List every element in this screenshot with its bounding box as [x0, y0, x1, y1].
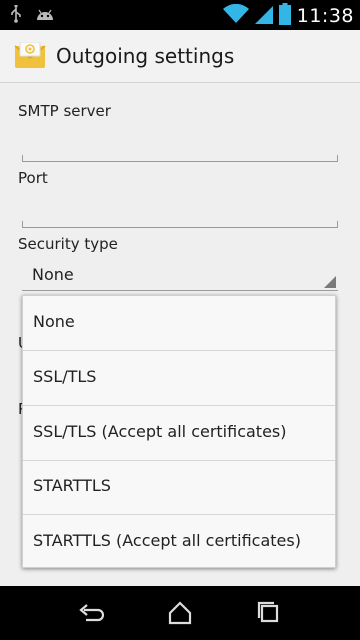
- home-icon[interactable]: [167, 600, 193, 626]
- option-label: None: [33, 312, 75, 331]
- status-time: 11:38: [296, 5, 354, 27]
- option-label: SSL/TLS (Accept all certificates): [33, 422, 287, 441]
- action-bar: Outgoing settings: [0, 30, 360, 83]
- status-bar: 11:38: [0, 0, 360, 30]
- page-title: Outgoing settings: [56, 44, 235, 68]
- dropdown-option-ssl-tls[interactable]: SSL/TLS: [23, 351, 335, 406]
- spinner-underline: [22, 290, 338, 291]
- usb-icon: [10, 5, 22, 27]
- wifi-icon: [222, 3, 249, 28]
- smtp-server-field[interactable]: [22, 155, 338, 162]
- option-label: SSL/TLS: [33, 367, 97, 386]
- dropdown-option-starttls-accept-all[interactable]: STARTTLS (Accept all certificates): [23, 515, 335, 570]
- navigation-bar: [0, 586, 360, 640]
- security-type-value: None: [32, 265, 74, 284]
- smtp-server-label: SMTP server: [18, 102, 111, 120]
- port-field[interactable]: [22, 221, 338, 228]
- spinner-arrow-icon: [324, 276, 336, 288]
- security-type-label: Security type: [18, 235, 118, 253]
- security-type-dropdown: None SSL/TLS SSL/TLS (Accept all certifi…: [22, 295, 336, 568]
- android-icon: [36, 7, 54, 26]
- dropdown-option-ssl-tls-accept-all[interactable]: SSL/TLS (Accept all certificates): [23, 406, 335, 461]
- dropdown-option-starttls[interactable]: STARTTLS: [23, 460, 335, 515]
- battery-icon: [278, 3, 291, 29]
- option-label: STARTTLS: [33, 476, 111, 495]
- email-app-icon[interactable]: [14, 41, 46, 74]
- dropdown-option-none[interactable]: None: [23, 296, 335, 351]
- port-label: Port: [18, 169, 48, 187]
- option-label: STARTTLS (Accept all certificates): [33, 531, 301, 550]
- signal-icon: [254, 4, 273, 28]
- recents-icon[interactable]: [256, 600, 282, 626]
- back-icon[interactable]: [78, 600, 105, 626]
